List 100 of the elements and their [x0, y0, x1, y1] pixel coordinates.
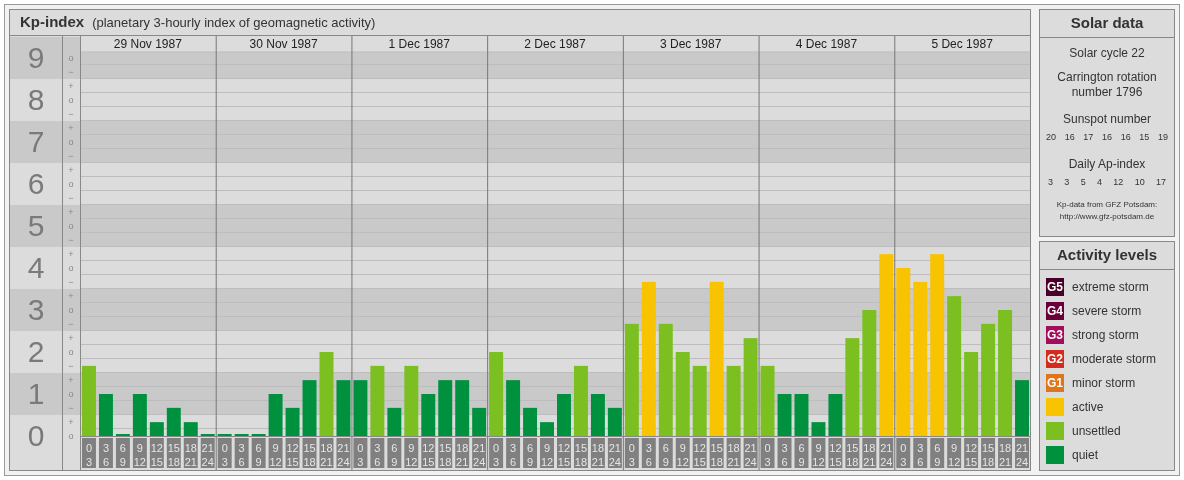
axis-minor-tick-label: − [68, 361, 74, 371]
time-slot-label: 12 15 [828, 438, 843, 468]
axis-minor-tick-label: − [68, 277, 74, 287]
source-text: Kp-data from GFZ Potsdam: [1056, 199, 1158, 211]
time-slot-label: 12 15 [964, 438, 979, 468]
ap-index-value: 17 [1155, 175, 1166, 189]
axis-minor-tick-label: − [68, 151, 74, 161]
axis-minor-tick-label: − [68, 193, 74, 203]
time-slot-label: 12 15 [557, 438, 571, 468]
time-slot-label: 9 12 [947, 438, 962, 468]
solar-cycle-text: Solar cycle 22 [1069, 45, 1145, 62]
date-header: 5 Dec 1987 [931, 37, 993, 51]
date-header: 2 Dec 1987 [524, 37, 586, 51]
axis-minor-tick-label: o [68, 95, 74, 105]
axis-minor-tick-label: + [68, 249, 74, 259]
axis-minor-tick-label: − [68, 67, 74, 77]
sunspot-value: 16 [1101, 131, 1112, 144]
axis-minor-tick-label: + [68, 81, 74, 91]
axis-minor-tick-label: − [68, 403, 74, 413]
time-slot-label: 3 6 [506, 438, 521, 468]
time-slot-label: 12 15 [421, 438, 436, 468]
time-slot-label: 15 18 [981, 438, 996, 468]
time-slot-label: 6 9 [387, 438, 402, 468]
panel-title: Kp-index [20, 12, 85, 33]
axis-minor-tick-label: o [68, 431, 74, 441]
sunspot-value: 17 [1083, 131, 1094, 144]
axis-tick-label: 3 [27, 293, 45, 326]
axis-tick-label: 9 [27, 41, 45, 74]
level-label: severe storm [1072, 303, 1142, 320]
ap-index-value: 3 [1064, 175, 1070, 189]
time-slot-label: 0 3 [896, 438, 911, 468]
axis-minor-tick-label: o [68, 347, 74, 357]
sunspot-value: 19 [1157, 131, 1168, 144]
level-label: extreme storm [1072, 279, 1149, 296]
sunspot-value: 15 [1139, 131, 1150, 144]
panel-subtitle: (planetary 3-hourly index of geomagnetic activity) [92, 13, 376, 32]
axis-tick-label: 5 [27, 209, 45, 242]
legend-label: active [1072, 399, 1104, 416]
axis-minor-tick-label: + [68, 417, 74, 427]
time-slot-label: 18 21 [455, 438, 470, 468]
axis-minor-tick-label: − [68, 235, 74, 245]
carrington-rotation-text: Carrington rotation number 1796 [1056, 70, 1158, 100]
sunspot-value: 16 [1120, 131, 1131, 144]
time-slot-label: 9 12 [811, 438, 826, 468]
date-header: 30 Nov 1987 [249, 37, 318, 51]
level-label: strong storm [1072, 327, 1139, 344]
time-slot-label: 21 24 [879, 438, 894, 468]
time-slot-label: 15 18 [438, 438, 453, 468]
sunspot-title: Sunspot number [1062, 111, 1152, 128]
axis-tick-label: 1 [27, 377, 45, 410]
sunspot-value: 20 [1046, 131, 1056, 144]
axis-minor-tick-label: + [68, 207, 74, 217]
ap-index-value: 5 [1080, 175, 1086, 189]
time-slot-label: 0 3 [489, 438, 504, 468]
axis-tick-label: 6 [27, 167, 45, 200]
time-slot-label: 9 12 [404, 438, 419, 468]
time-slot-label: 9 12 [540, 438, 554, 468]
level-label: moderate storm [1072, 351, 1157, 368]
time-slot-label: 15 18 [845, 438, 860, 468]
axis-tick-label: 2 [27, 335, 45, 368]
date-header: 3 Dec 1987 [660, 37, 722, 51]
date-header: 4 Dec 1987 [795, 37, 858, 51]
axis-minor-tick-label: + [68, 333, 74, 343]
axis-minor-tick-label: + [68, 291, 74, 301]
ap-index-value: 12 [1113, 175, 1124, 189]
time-slot-label: 21 24 [472, 438, 487, 468]
axis-tick-label: 0 [27, 419, 45, 452]
legend-label: unsettled [1072, 423, 1121, 440]
axis-minor-tick-label: o [68, 179, 74, 189]
level-badge: G3 [1046, 326, 1064, 344]
date-header: 29 Nov 1987 [113, 37, 182, 51]
ap-index-value: 3 [1048, 175, 1053, 189]
axis-minor-tick-label: − [68, 109, 74, 119]
date-header: 1 Dec 1987 [388, 37, 450, 51]
time-slot-label: 0 3 [82, 438, 96, 468]
axis-minor-tick-label: + [68, 375, 74, 385]
time-slot-label: 21 24 [1015, 438, 1029, 468]
time-slot-label: 0 3 [353, 438, 368, 468]
time-slot-label: 3 6 [370, 438, 385, 468]
panel-title: Solar data [1040, 10, 1174, 38]
level-badge: G2 [1046, 350, 1064, 368]
axis-tick-label: 4 [27, 251, 45, 284]
time-slot-label: 6 9 [523, 438, 538, 468]
ap-index-value: 10 [1134, 175, 1145, 189]
level-badge: G1 [1046, 374, 1064, 392]
time-slot-label: 21 24 [336, 438, 351, 468]
ap-index-value: 4 [1097, 175, 1102, 189]
level-label: minor storm [1072, 375, 1136, 392]
level-badge: G4 [1046, 302, 1064, 320]
axis-tick-label: 7 [27, 125, 45, 158]
axis-minor-tick-label: + [68, 123, 74, 133]
panel-title: Activity levels [1040, 242, 1174, 270]
level-badge: G5 [1046, 278, 1064, 296]
time-slot-label: 18 21 [998, 438, 1013, 468]
source-link[interactable]: http://www.gfz-potsdam.de [1059, 211, 1155, 223]
legend-label: quiet [1072, 447, 1099, 464]
axis-minor-tick-label: o [68, 263, 74, 273]
sunspot-value: 16 [1064, 131, 1075, 144]
time-slot-label: 3 6 [913, 438, 928, 468]
axis-minor-tick-label: + [68, 165, 74, 175]
